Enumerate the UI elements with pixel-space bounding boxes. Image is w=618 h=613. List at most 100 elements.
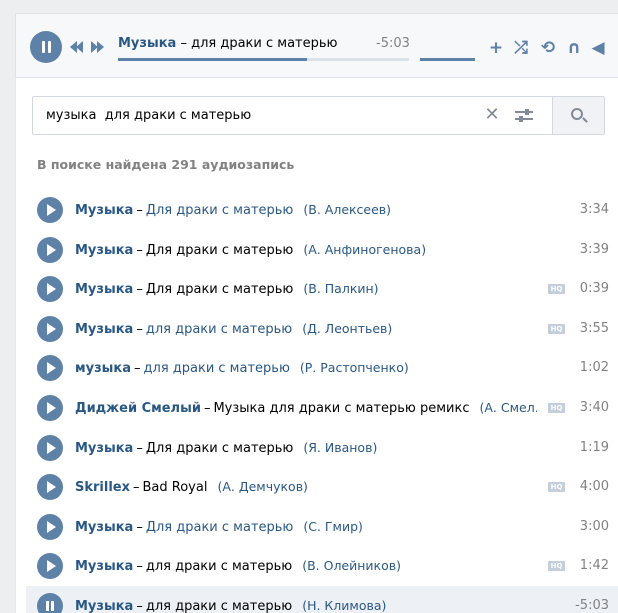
track-title[interactable]: Для драки с матерью bbox=[146, 520, 294, 535]
play-icon bbox=[47, 362, 56, 375]
track-title[interactable]: Для драки с матерью bbox=[146, 282, 294, 297]
track-row[interactable]: Музыка – Для драки с матерью (В. Алексеев) 3… bbox=[26, 190, 618, 230]
track-artist[interactable]: Музыка bbox=[75, 599, 133, 613]
track-title[interactable]: Для драки с матерью bbox=[146, 203, 294, 218]
pause-icon bbox=[46, 600, 49, 611]
track-row[interactable]: Skrillex – Bad Royal (А. Демчуков) HQ 4:00 bbox=[26, 467, 618, 507]
track-row[interactable]: Музыка – для драки с матерью (Д. Леонтьев) H… bbox=[26, 309, 618, 349]
pause-icon bbox=[42, 41, 45, 53]
track-artist[interactable]: музыка bbox=[75, 361, 131, 376]
track-title[interactable]: Для драки с матерью bbox=[146, 243, 294, 258]
track-info: музыка – для драки с матерью (Р. Растопченк… bbox=[75, 360, 409, 377]
play-icon bbox=[47, 560, 56, 573]
audio-panel: музыка для драки с матерью ✕ В поиске на… bbox=[15, 78, 618, 613]
track-artist[interactable]: Skrillex bbox=[75, 480, 130, 495]
track-duration: 3:39 bbox=[579, 241, 609, 257]
track-uploader[interactable]: (Р. Растопченко) bbox=[290, 360, 409, 375]
volume-slider[interactable] bbox=[420, 58, 475, 61]
track-duration: -5:03 bbox=[575, 597, 609, 613]
track-artist[interactable]: Музыка bbox=[75, 322, 133, 337]
play-button[interactable] bbox=[37, 513, 63, 540]
play-button[interactable] bbox=[37, 434, 63, 461]
track-artist[interactable]: Музыка bbox=[75, 282, 133, 297]
search-summary: В поиске найдена 291 аудиозапись bbox=[37, 157, 295, 172]
track-row[interactable]: Музыка – для драки с матерью (Н. Климова) -5… bbox=[26, 585, 618, 613]
play-icon bbox=[47, 204, 56, 216]
pause-button[interactable] bbox=[30, 31, 62, 63]
play-button[interactable] bbox=[37, 474, 63, 501]
next-track-button[interactable] bbox=[91, 41, 107, 53]
audio-player: Музыка – для драки с матерью -5:03 + ⤮ ⟲… bbox=[15, 13, 618, 78]
track-info: Музыка – Для драки с матерью (Я. Иванов) bbox=[75, 439, 378, 456]
track-uploader[interactable]: (Д. Леонтьев) bbox=[292, 321, 392, 336]
play-button[interactable] bbox=[37, 276, 63, 303]
track-row[interactable]: Музыка – Для драки с матерью (В. Палкин) HQ 0… bbox=[26, 269, 618, 309]
play-icon bbox=[47, 401, 56, 414]
play-button[interactable] bbox=[37, 553, 63, 580]
track-info: Музыка – для драки с матерью (Н. Климова) bbox=[75, 597, 387, 613]
track-uploader[interactable]: (Я. Иванов) bbox=[293, 440, 377, 455]
track-row[interactable]: Музыка – для драки с матерью (В. Олейников)… bbox=[26, 546, 618, 586]
prev-track-button[interactable] bbox=[70, 41, 86, 53]
track-artist[interactable]: Диджей Смелый bbox=[75, 401, 201, 416]
track-info: Музыка – Для драки с матерью (А. Анфиногено… bbox=[75, 241, 427, 258]
track-title[interactable]: для драки с матерью bbox=[146, 322, 292, 337]
track-row[interactable]: Музыка – Для драки с матерью (Я. Иванов) 1:1… bbox=[26, 428, 618, 468]
track-artist[interactable]: Музыка bbox=[75, 520, 133, 535]
pause-button[interactable] bbox=[37, 592, 63, 613]
track-artist[interactable]: Музыка bbox=[75, 559, 133, 574]
track-uploader[interactable]: (В. Олейников) bbox=[292, 558, 401, 573]
play-button[interactable] bbox=[37, 236, 63, 263]
track-duration: 1:02 bbox=[579, 360, 609, 376]
track-uploader[interactable]: (А. Анфиногенова) bbox=[293, 242, 426, 257]
track-artist[interactable]: Музыка bbox=[75, 441, 133, 456]
track-duration: 3:34 bbox=[579, 202, 609, 217]
track-uploader[interactable]: (А. Смел… bbox=[470, 400, 538, 415]
track-uploader[interactable]: (Н. Климова) bbox=[292, 598, 386, 613]
track-title[interactable]: Музыка для драки с матерью ремикс bbox=[213, 401, 469, 416]
progress-fill bbox=[118, 58, 308, 61]
track-info: Музыка – Для драки с матерью (С. Гмир) bbox=[75, 518, 363, 535]
track-uploader[interactable]: (А. Демчуков) bbox=[207, 479, 308, 494]
shuffle-icon[interactable]: ⤮ bbox=[511, 38, 531, 58]
track-title[interactable]: Для драки с матерью bbox=[146, 441, 294, 456]
track-title[interactable]: для драки с матерью bbox=[144, 361, 290, 376]
track-title[interactable]: Bad Royal bbox=[143, 480, 208, 495]
track-title[interactable]: для драки с матерью bbox=[146, 599, 292, 613]
now-playing-song: для драки с матерью bbox=[191, 36, 338, 51]
track-row[interactable]: Музыка – Для драки с матерью (С. Гмир) 3:00 bbox=[26, 507, 618, 547]
now-playing-artist[interactable]: Музыка bbox=[118, 36, 176, 51]
track-uploader[interactable]: (В. Алексеев) bbox=[293, 202, 391, 217]
search-button[interactable] bbox=[552, 96, 605, 135]
track-uploader[interactable]: (С. Гмир) bbox=[293, 519, 363, 534]
track-artist[interactable]: Музыка bbox=[75, 243, 133, 258]
search-input[interactable]: музыка для драки с матерью bbox=[46, 108, 251, 123]
track-duration: 3:40 bbox=[579, 399, 609, 415]
hq-badge: HQ bbox=[548, 402, 565, 413]
play-button[interactable] bbox=[37, 315, 63, 342]
track-row[interactable]: музыка – для драки с матерью (Р. Растопченк… bbox=[26, 348, 618, 388]
broadcast-icon[interactable]: ◀ bbox=[588, 38, 608, 58]
track-info: Музыка – для драки с матерью (В. Олейников) bbox=[75, 558, 401, 575]
clear-icon[interactable]: ✕ bbox=[483, 105, 501, 125]
headphones-icon[interactable]: ∩ bbox=[564, 38, 584, 58]
play-button[interactable] bbox=[37, 394, 63, 421]
remaining-time[interactable]: -5:03 bbox=[376, 36, 410, 51]
play-button[interactable] bbox=[37, 355, 63, 382]
repeat-icon[interactable]: ⟲ bbox=[538, 38, 558, 58]
track-artist[interactable]: Музыка bbox=[75, 203, 133, 218]
track-duration: 3:55 bbox=[579, 320, 609, 336]
track-title[interactable]: для драки с матерью bbox=[146, 559, 292, 574]
play-icon bbox=[47, 283, 56, 296]
now-playing-title[interactable]: Музыка – для драки с матерью bbox=[118, 36, 337, 51]
add-icon[interactable]: + bbox=[486, 38, 506, 58]
filter-icon[interactable] bbox=[515, 106, 535, 126]
progress-bar[interactable] bbox=[118, 58, 409, 61]
track-row[interactable]: Диджей Смелый – Музыка для драки с матерью… bbox=[26, 388, 618, 428]
play-button[interactable] bbox=[37, 197, 63, 223]
track-row[interactable]: Музыка – Для драки с матерью (А. Анфиногено… bbox=[26, 230, 618, 270]
play-icon bbox=[47, 481, 56, 494]
track-duration: 1:42 bbox=[579, 558, 609, 574]
track-uploader[interactable]: (В. Палкин) bbox=[293, 281, 378, 296]
play-icon bbox=[47, 441, 56, 454]
